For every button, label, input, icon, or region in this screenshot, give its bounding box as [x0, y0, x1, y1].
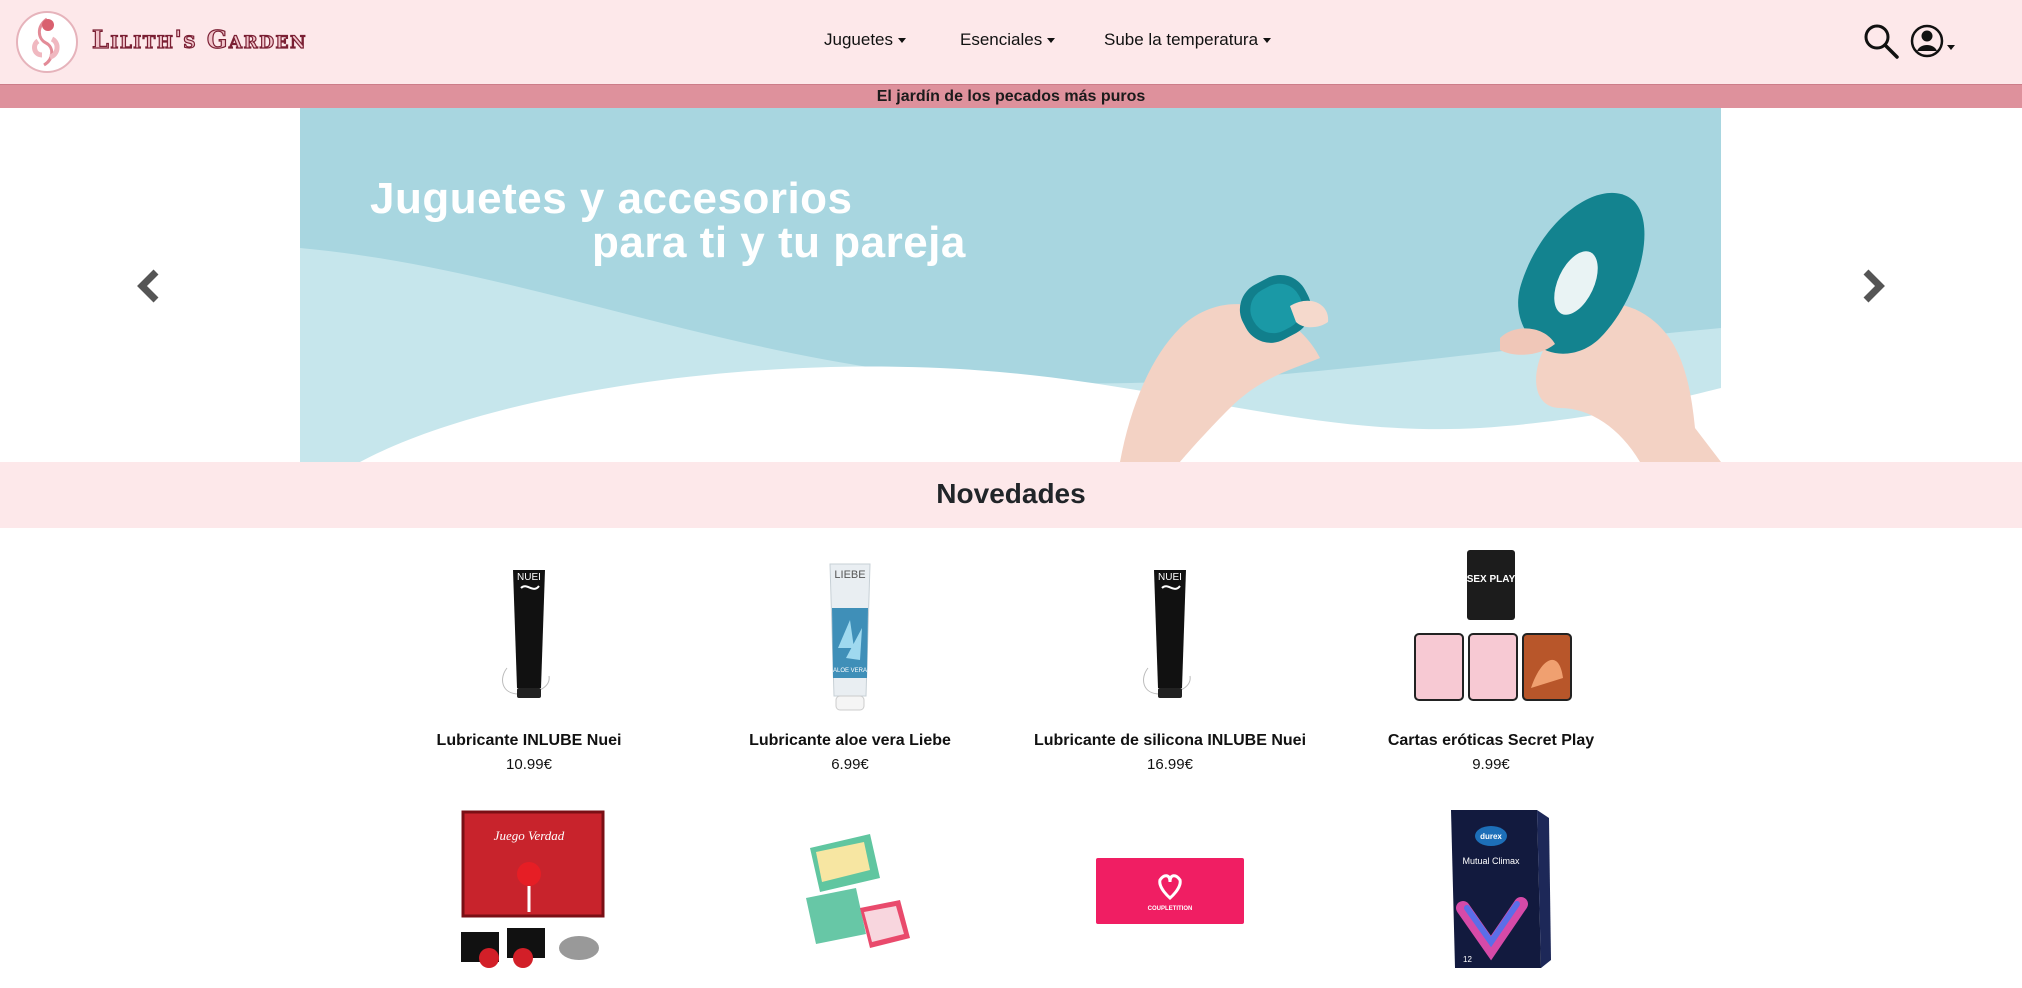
caret-down-icon [898, 38, 906, 44]
nav-juguetes[interactable]: Juguetes [824, 30, 906, 50]
carousel-next-icon[interactable] [1858, 268, 1888, 304]
nav-esenciales[interactable]: Esenciales [960, 30, 1056, 50]
caret-down-icon [1047, 38, 1056, 44]
carousel-prev-icon[interactable] [134, 268, 164, 304]
product-image-condom-strip[interactable]: COUPLETITION [1070, 808, 1270, 978]
product-name[interactable]: Lubricante aloe vera Liebe [690, 732, 1010, 750]
nav-label: Sube la temperatura [1104, 30, 1259, 49]
product-price: 6.99€ [831, 756, 869, 773]
tagline-strip: El jardín de los pecados más puros [0, 84, 2022, 108]
product-price: 16.99€ [1147, 756, 1193, 773]
product-name[interactable]: Lubricante INLUBE Nuei [369, 732, 689, 750]
durex-brand: durex [1480, 832, 1502, 841]
juego-title: Juego Verdad [494, 828, 565, 843]
product-name[interactable]: Cartas eróticas Secret Play [1331, 732, 1651, 750]
product-image-card-decks[interactable] [750, 808, 950, 978]
hero-carousel: Juguetes y accesorios para ti y tu parej… [0, 108, 2022, 462]
product-card[interactable]: LIEBE ALOE VERA Lubricante aloe vera Lie… [690, 548, 1010, 773]
tagline-text: El jardín de los pecados más puros [876, 88, 1146, 105]
product-card[interactable] [690, 808, 1010, 983]
product-name[interactable]: Lubricante de silicona INLUBE Nuei [1010, 732, 1330, 750]
product-card[interactable]: durex Mutual Climax 12 [1331, 808, 1651, 983]
nav-label: Esenciales [960, 30, 1043, 49]
product-card[interactable]: NUEI Lubricante INLUBE Nuei 10.99€ [369, 548, 689, 773]
carousel-slide[interactable]: Juguetes y accesorios para ti y tu parej… [300, 108, 1721, 462]
durex-product: Mutual Climax [1462, 856, 1520, 866]
condom-brand: COUPLETITION [1148, 906, 1193, 912]
product-card[interactable]: SEX PLAY Cartas eróticas Secret Play 9.9… [1331, 548, 1651, 773]
search-icon[interactable] [1862, 22, 1900, 60]
product-card[interactable]: NUEI Lubricante de silicona INLUBE Nuei … [1010, 548, 1330, 773]
section-title: Novedades [936, 478, 1086, 509]
product-image-aloe-tube[interactable]: LIEBE ALOE VERA [750, 548, 950, 718]
nav-label: Juguetes [824, 30, 893, 49]
nav-sube-la-temperatura[interactable]: Sube la temperatura [1104, 30, 1272, 50]
product-image-durex-box[interactable]: durex Mutual Climax 12 [1391, 808, 1591, 978]
product-card[interactable]: Juego Verdad [369, 808, 689, 983]
slide-heading-line2: para ti y tu pareja [592, 218, 966, 267]
product-image-game-box[interactable]: Juego Verdad [429, 808, 629, 978]
sexplay-label: SEX PLAY [1467, 574, 1516, 585]
aloe-label: ALOE VERA [833, 668, 867, 674]
slide-heading-line1: Juguetes y accesorios [370, 174, 853, 223]
nuei-label: NUEI [517, 572, 541, 583]
user-account-icon[interactable] [1910, 22, 1956, 60]
product-price: 9.99€ [1472, 756, 1510, 773]
product-image-cards[interactable]: SEX PLAY [1391, 548, 1591, 718]
liebe-label: LIEBE [834, 569, 865, 581]
slide-background-waves [300, 192, 1721, 462]
product-image-silicone-tube[interactable]: NUEI [1070, 548, 1270, 718]
brand-name[interactable]: Lilith's Garden [91, 24, 307, 54]
product-price: 10.99€ [506, 756, 552, 773]
product-card[interactable]: COUPLETITION [1010, 808, 1330, 983]
site-header: Lilith's Garden Juguetes Esenciales Sube… [0, 0, 2022, 84]
section-band: Novedades [0, 462, 2022, 528]
nuei-label: NUEI [1158, 572, 1182, 583]
durex-count: 12 [1463, 955, 1472, 964]
caret-down-icon [1263, 38, 1272, 44]
product-image-lube-tube[interactable]: NUEI [429, 548, 629, 718]
logo-icon[interactable] [16, 11, 78, 73]
